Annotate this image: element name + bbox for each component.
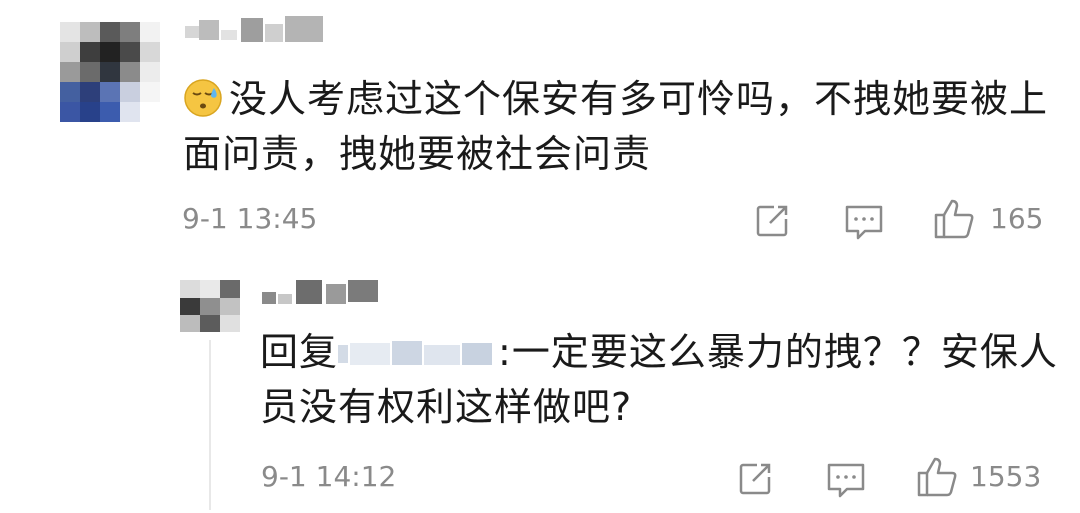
reply-like-count: 1553 bbox=[970, 460, 1042, 493]
reply-prefix: 回复 bbox=[260, 330, 339, 374]
comment-body: 没人考虑过这个保安有多可怜吗，不拽她要被上面问责，拽她要被社会问责 bbox=[183, 72, 1053, 182]
timestamp: 9-1 13:45 bbox=[182, 202, 318, 235]
comment-icon[interactable] bbox=[843, 203, 885, 243]
reply-share-icon[interactable] bbox=[735, 459, 775, 499]
reply-body: 回复 :一定要这么暴力的拽？？安保人员没有权利这样做吧? bbox=[260, 325, 1060, 435]
mentioned-user-blurred[interactable] bbox=[338, 337, 498, 371]
reply-username-blurred[interactable] bbox=[262, 280, 382, 310]
reply-comment-icon[interactable] bbox=[825, 461, 867, 501]
reply-like-icon[interactable] bbox=[915, 455, 959, 499]
like-count: 165 bbox=[990, 202, 1044, 235]
sweat-emoji-icon bbox=[184, 79, 222, 117]
reply-timestamp: 9-1 14:12 bbox=[261, 460, 397, 493]
username-blurred[interactable] bbox=[185, 16, 325, 46]
thread-line bbox=[209, 340, 211, 510]
avatar[interactable] bbox=[60, 22, 160, 122]
reply-avatar[interactable] bbox=[180, 280, 240, 332]
share-icon[interactable] bbox=[752, 201, 792, 241]
comment-text: 没人考虑过这个保安有多可怜吗，不拽她要被上面问责，拽她要被社会问责 bbox=[183, 77, 1049, 176]
like-icon[interactable] bbox=[932, 197, 976, 241]
